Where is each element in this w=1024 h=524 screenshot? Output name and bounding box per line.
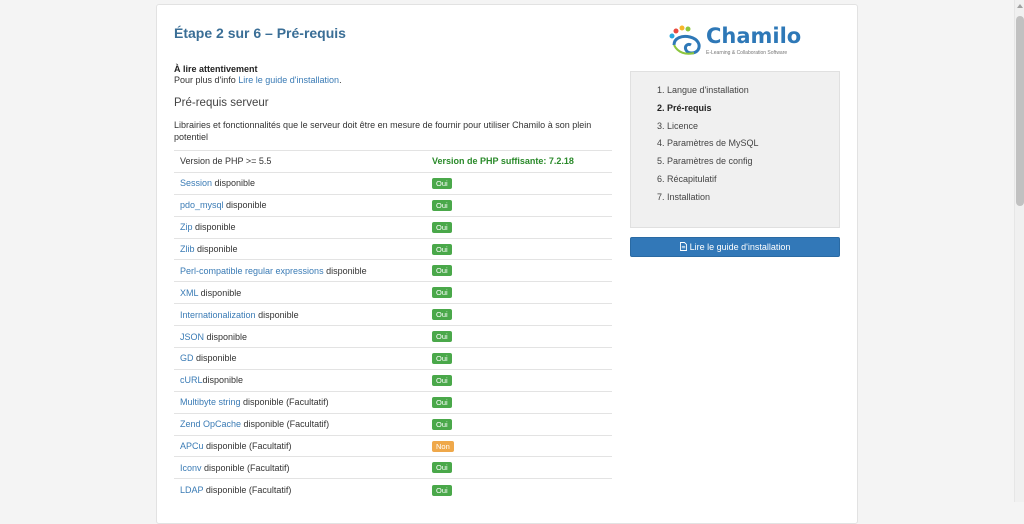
requirement-suffix: disponible bbox=[204, 331, 248, 342]
requirement-link[interactable]: XML bbox=[180, 288, 198, 298]
table-row: Zip disponible Oui bbox=[174, 215, 612, 239]
table-row: Session disponible Oui bbox=[174, 171, 612, 195]
step-item: 2. Pré-requis bbox=[657, 102, 712, 113]
install-guide-button-label: Lire le guide d'installation bbox=[689, 242, 791, 252]
notice-heading: À lire attentivement bbox=[174, 64, 258, 74]
table-row: JSON disponible Oui bbox=[174, 325, 612, 348]
step-item: 1. Langue d'installation bbox=[657, 85, 749, 95]
php-version-status: Version de PHP suffisante: 7.2.18 bbox=[432, 156, 574, 167]
requirement-suffix: disponible bbox=[194, 244, 238, 254]
table-row: Zlib disponible Oui bbox=[174, 237, 612, 260]
requirement-suffix: disponible (Facultatif) bbox=[203, 441, 292, 452]
chameleon-icon bbox=[669, 25, 701, 55]
requirement-link[interactable]: Zip bbox=[180, 222, 193, 232]
logo-tagline: E-Learning & Collaboration Software bbox=[706, 50, 788, 56]
status-badge: Oui bbox=[432, 374, 452, 386]
step-item: 6. Récapitulatif bbox=[657, 173, 717, 184]
status-badge: Oui bbox=[432, 243, 452, 255]
status-badge: Oui bbox=[432, 396, 452, 408]
status-badge: Oui bbox=[432, 265, 452, 277]
section-description: Librairies et fonctionnalités que le ser… bbox=[174, 120, 592, 142]
status-badge: Oui bbox=[432, 309, 452, 321]
table-row: pdo_mysql disponible Oui bbox=[174, 193, 612, 217]
logo-name: Chamilo bbox=[706, 24, 802, 48]
notice-suffix: . bbox=[339, 75, 342, 85]
table-row: Iconv disponible (Facultatif) Oui bbox=[174, 456, 612, 479]
status-badge: Oui bbox=[432, 484, 452, 496]
status-badge: Oui bbox=[432, 199, 452, 211]
table-row: cURLdisponible Oui bbox=[174, 368, 612, 392]
table-row: Version de PHP >= 5.5 Version de PHP suf… bbox=[174, 150, 612, 173]
requirement-suffix: disponible bbox=[323, 265, 367, 276]
status-badge: Non bbox=[432, 440, 454, 452]
install-steps: 1. Langue d'installation 2. Pré-requis 3. … bbox=[630, 71, 840, 228]
step-item: 7. Installation bbox=[657, 191, 711, 202]
table-row: Perl-compatible regular expressions disp… bbox=[174, 259, 612, 282]
requirement-link[interactable]: Zlib bbox=[180, 244, 195, 254]
php-version-label: Version de PHP >= 5.5 bbox=[174, 150, 424, 173]
requirement-suffix: disponible bbox=[212, 178, 256, 189]
page-title: Étape 2 sur 6 – Pré-requis bbox=[174, 25, 346, 41]
status-badge: Oui bbox=[432, 462, 452, 474]
page-scrollbar[interactable] bbox=[1014, 0, 1024, 502]
scroll-up-arrow-icon[interactable] bbox=[1017, 4, 1023, 8]
requirement-link[interactable]: pdo_mysql bbox=[180, 200, 224, 210]
requirement-link[interactable]: Internationalization bbox=[180, 310, 256, 320]
step-item: 5. Paramètres de config bbox=[657, 156, 753, 167]
table-row: Zend OpCache disponible (Facultatif) Oui bbox=[174, 412, 612, 436]
notice-text: Pour plus d'info bbox=[174, 75, 239, 85]
requirement-suffix: disponible bbox=[193, 353, 237, 364]
install-panel: Étape 2 sur 6 – Pré-requis À lire attent… bbox=[156, 4, 858, 524]
requirement-suffix: disponible (Facultatif) bbox=[203, 485, 292, 496]
requirement-suffix: disponible bbox=[223, 200, 267, 211]
step-item: 4. Paramètres de MySQL bbox=[657, 138, 759, 149]
install-guide-link[interactable]: Lire le guide d'installation bbox=[238, 75, 339, 85]
table-row: APCu disponible (Facultatif) Non bbox=[174, 434, 612, 457]
install-guide-button[interactable]: Lire le guide d'installation bbox=[630, 237, 840, 257]
requirement-suffix: disponible (Facultatif) bbox=[240, 397, 329, 408]
table-row: XML disponible Oui bbox=[174, 281, 612, 304]
requirement-link[interactable]: APCu bbox=[180, 441, 204, 451]
chamilo-logo: Chamilo E-Learning & Collaboration Softw… bbox=[668, 24, 808, 59]
step-item: 3. Licence bbox=[657, 120, 699, 131]
requirement-suffix: disponible bbox=[255, 309, 299, 320]
requirement-link[interactable]: Iconv bbox=[180, 463, 202, 473]
status-badge: Oui bbox=[432, 287, 452, 299]
file-text-icon bbox=[679, 242, 687, 251]
status-badge: Oui bbox=[432, 352, 452, 364]
scrollbar-thumb[interactable] bbox=[1016, 16, 1024, 206]
notice: À lire attentivement Pour plus d'info Li… bbox=[174, 64, 342, 86]
section-title: Pré-requis serveur bbox=[174, 97, 269, 109]
status-badge: Oui bbox=[432, 331, 452, 343]
requirement-link[interactable]: Session bbox=[180, 178, 212, 188]
requirement-suffix: disponible (Facultatif) bbox=[201, 462, 290, 473]
requirement-suffix: disponible bbox=[198, 287, 242, 298]
table-row: LDAP disponible (Facultatif) Oui bbox=[174, 478, 612, 501]
requirements-table: Version de PHP >= 5.5 Version de PHP suf… bbox=[174, 150, 612, 501]
status-badge: Oui bbox=[432, 177, 452, 189]
table-row: GD disponible Oui bbox=[174, 347, 612, 370]
requirement-suffix: disponible bbox=[192, 222, 236, 233]
requirement-link[interactable]: LDAP bbox=[180, 485, 203, 495]
requirement-link[interactable]: Perl-compatible regular expressions bbox=[180, 266, 324, 276]
status-badge: Oui bbox=[432, 418, 452, 430]
status-badge: Oui bbox=[432, 221, 452, 233]
requirement-link[interactable]: Zend OpCache bbox=[180, 419, 241, 429]
requirement-link[interactable]: JSON bbox=[180, 332, 204, 342]
requirement-suffix: disponible (Facultatif) bbox=[241, 419, 330, 430]
table-row: Internationalization disponible Oui bbox=[174, 303, 612, 326]
requirement-link[interactable]: Multibyte string bbox=[180, 397, 241, 407]
requirement-link[interactable]: GD bbox=[180, 353, 194, 363]
table-row: Multibyte string disponible (Facultatif)… bbox=[174, 390, 612, 414]
requirement-suffix: disponible bbox=[202, 375, 244, 386]
requirement-link[interactable]: cURL bbox=[180, 375, 203, 385]
